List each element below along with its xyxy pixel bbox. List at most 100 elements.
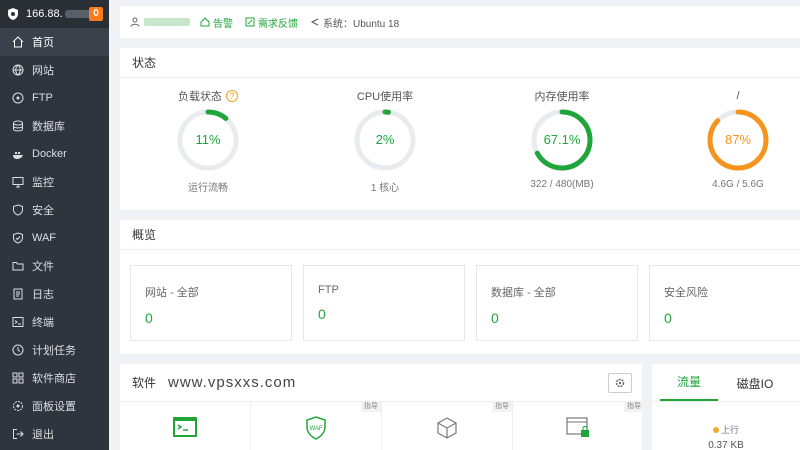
overview-card-2[interactable]: 数据库 - 全部 0 <box>476 265 638 341</box>
alert-link[interactable]: 告警 <box>200 15 233 30</box>
overview-card-label: FTP <box>318 284 339 296</box>
gauge-1[interactable]: CPU使用率 2% 1 核心 <box>325 88 445 194</box>
shield-logo-icon <box>8 8 18 20</box>
folder-icon <box>12 260 24 272</box>
overview-card-3[interactable]: 安全风险 0 <box>649 265 800 341</box>
software-tile-package[interactable]: 指导 <box>382 402 513 450</box>
sidebar-item-label: 监控 <box>32 177 54 189</box>
sidebar-item-label: 面板设置 <box>32 401 76 413</box>
sidebar-item-database[interactable]: 数据库 <box>0 112 109 140</box>
sidebar-item-settings[interactable]: 面板设置 <box>0 392 109 420</box>
sidebar-item-home[interactable]: 首页 <box>0 28 109 56</box>
watermark-text: www.vpsxxs.com <box>168 374 297 391</box>
home-alert-icon <box>200 17 210 27</box>
docker-icon <box>12 148 24 160</box>
overview-card-value: 0 <box>145 310 153 326</box>
software-panel: 软件 www.vpsxxs.com 指导 WAF 指导 指导 <box>120 364 644 450</box>
gauge-subtitle: 322 / 480(MB) <box>530 179 594 190</box>
sidebar-item-logout[interactable]: 退出 <box>0 420 109 448</box>
gauge-subtitle: 4.6G / 5.6G <box>712 179 764 190</box>
gear-icon <box>615 378 625 388</box>
share-icon <box>310 18 319 26</box>
clock-icon <box>12 344 24 356</box>
svg-text:WAF: WAF <box>309 426 322 432</box>
sidebar-item-docker[interactable]: Docker <box>0 140 109 168</box>
overview-title: 概览 <box>120 220 800 250</box>
sidebar-item-terminal[interactable]: 终端 <box>0 308 109 336</box>
gauge-0[interactable]: 负载状态? 11% 运行流畅 <box>148 88 268 194</box>
settings-icon <box>12 400 24 412</box>
sidebar-item-log[interactable]: 日志 <box>0 280 109 308</box>
gauge-title: / <box>736 90 740 102</box>
gauge-value: 87% <box>724 132 752 147</box>
tab-disk-io[interactable]: 磁盘IO <box>726 375 784 401</box>
gauge-ring: 67.1% <box>529 107 595 173</box>
gauge-value: 2% <box>375 132 395 147</box>
sidebar-item-label: 终端 <box>32 317 54 329</box>
gauge-subtitle: 1 核心 <box>370 183 400 194</box>
monitor-icon <box>12 176 24 188</box>
alert-label: 告警 <box>213 18 233 30</box>
sidebar: 166.88. 0 首页网站 FTP 数据库 Docker 监控安全 WAF 文件 日志终端计… <box>0 0 109 450</box>
pin-tag: 指导 <box>492 402 512 412</box>
overview-card-value: 0 <box>491 310 499 326</box>
sidebar-item-shield[interactable]: 安全 <box>0 196 109 224</box>
feedback-label: 需求反馈 <box>258 18 298 30</box>
store-icon <box>12 372 24 384</box>
upload-label: 上行 <box>652 423 800 436</box>
gauge-title: 内存使用率 <box>534 91 590 103</box>
sidebar-item-folder[interactable]: 文件 <box>0 252 109 280</box>
software-settings-button[interactable] <box>608 373 632 393</box>
ftp-icon <box>12 92 24 104</box>
system-label: 系统：Ubuntu 18 <box>323 18 400 30</box>
upload-dot-icon <box>712 427 719 433</box>
logout-icon <box>12 428 24 440</box>
traffic-tabs: 流量 磁盘IO <box>652 364 800 402</box>
sidebar-item-label: 数据库 <box>32 121 65 133</box>
edit-icon <box>245 17 255 27</box>
sidebar-item-label: 退出 <box>32 429 54 441</box>
sidebar-item-label: FTP <box>32 92 53 104</box>
gauge-ring: 11% <box>175 107 241 173</box>
sidebar-item-label: WAF <box>32 232 57 244</box>
sidebar-item-globe[interactable]: 网站 <box>0 56 109 84</box>
feedback-link[interactable]: 需求反馈 <box>245 15 298 30</box>
status-title: 状态 <box>120 48 800 78</box>
sidebar-item-ftp[interactable]: FTP <box>0 84 109 112</box>
sidebar-item-clock[interactable]: 计划任务 <box>0 336 109 364</box>
sidebar-item-label: 首页 <box>32 37 54 49</box>
server-header[interactable]: 166.88. 0 <box>0 0 109 28</box>
overview-card-0[interactable]: 网站 - 全部 0 <box>130 265 292 341</box>
sidebar-item-waf[interactable]: WAF <box>0 224 109 252</box>
software-tile-browser[interactable]: 指导 <box>513 402 644 450</box>
overview-card-value: 0 <box>318 306 326 322</box>
gauge-2[interactable]: 内存使用率 67.1% 322 / 480(MB) <box>502 88 622 190</box>
log-icon <box>12 288 24 300</box>
notification-badge[interactable]: 0 <box>89 7 103 21</box>
pin-tag: 指导 <box>624 402 644 412</box>
traffic-panel: 流量 磁盘IO 上行 0.37 KB <box>652 364 800 450</box>
sidebar-item-label: Docker <box>32 148 67 160</box>
tab-traffic[interactable]: 流量 <box>660 373 718 401</box>
upload-value: 0.37 KB <box>708 440 744 450</box>
gauge-subtitle: 运行流畅 <box>188 183 228 194</box>
help-icon[interactable]: ? <box>226 90 238 102</box>
overview-card-1[interactable]: FTP 0 <box>303 265 465 341</box>
sidebar-item-monitor[interactable]: 监控 <box>0 168 109 196</box>
gauge-3[interactable]: / 87% 4.6G / 5.6G <box>678 88 798 190</box>
gauge-title: CPU使用率 <box>356 91 414 103</box>
gauge-title: 负载状态? <box>148 88 268 104</box>
software-tile-waf[interactable]: 指导 WAF <box>251 402 382 450</box>
sidebar-item-store[interactable]: 软件商店 <box>0 364 109 392</box>
waf-icon <box>12 232 24 244</box>
gauge-ring: 87% <box>705 107 771 173</box>
package-app-icon <box>437 417 457 439</box>
status-panel: 状态 负载状态? 11% 运行流畅 CPU使用率 2% 1 核心 内存使用率 67.1% 322… <box>120 48 800 210</box>
system-info: 系统：Ubuntu 18 <box>310 15 399 30</box>
home-icon <box>12 36 24 48</box>
waf-app-icon: WAF <box>306 416 326 440</box>
overview-card-label: 安全风险 <box>664 287 708 299</box>
terminal-app-icon <box>173 417 197 437</box>
overview-card-label: 数据库 - 全部 <box>491 287 556 299</box>
software-tile-terminal[interactable] <box>120 402 251 450</box>
